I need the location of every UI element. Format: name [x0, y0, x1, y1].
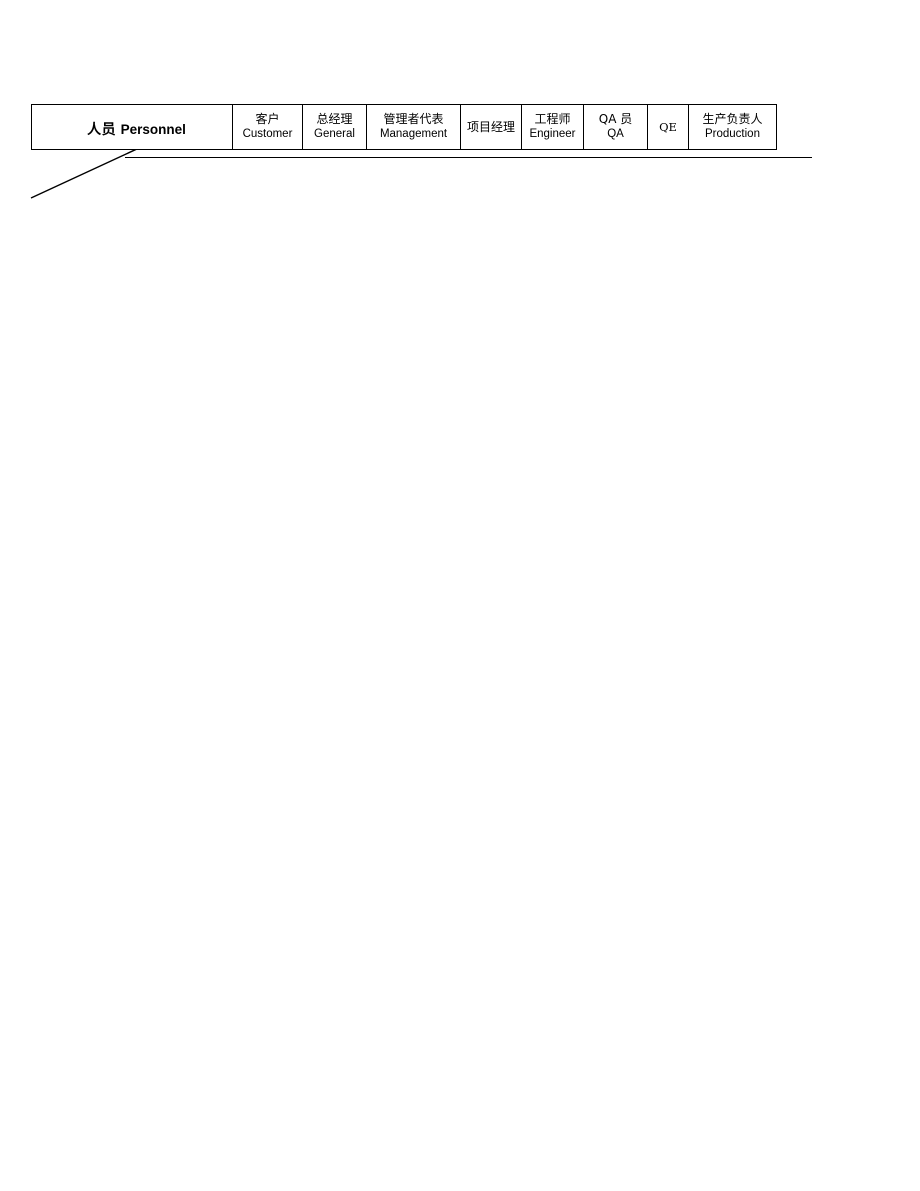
- column-header-qe-cn: QE: [659, 119, 677, 134]
- column-header-production-en: Production: [705, 128, 760, 141]
- column-header-qe: QE: [647, 104, 689, 150]
- column-header-engineer: 工程师 Engineer: [521, 104, 584, 150]
- horizontal-rule: [125, 157, 812, 158]
- column-header-qa: QA 员 QA: [583, 104, 648, 150]
- table-header-row: 人员 Personnel 客户 Customer 总经理 General 管理者…: [31, 104, 777, 150]
- corner-stub-label-cn: 人员: [87, 121, 117, 138]
- document-page: 人员 Personnel 客户 Customer 总经理 General 管理者…: [0, 0, 920, 1191]
- column-header-qa-en: QA: [607, 128, 624, 141]
- column-header-project-manager-cn: 项目经理: [466, 119, 515, 134]
- personnel-responsibility-matrix: 人员 Personnel 客户 Customer 总经理 General 管理者…: [31, 104, 777, 150]
- column-header-general-en: General: [314, 128, 355, 141]
- column-header-management-en: Management: [379, 128, 448, 141]
- column-header-project-manager: 项目经理: [460, 104, 522, 150]
- corner-stub-cell: 人员 Personnel: [31, 104, 233, 150]
- column-header-engineer-cn: 工程师: [534, 112, 571, 127]
- corner-stub-label: 人员 Personnel: [32, 116, 232, 139]
- column-header-customer: 客户 Customer: [232, 104, 303, 150]
- column-header-engineer-en: Engineer: [529, 128, 576, 141]
- column-header-management-cn: 管理者代表: [383, 112, 444, 127]
- column-header-customer-cn: 客户: [255, 112, 280, 127]
- column-header-management: 管理者代表 Management: [366, 104, 461, 150]
- column-header-production-cn: 生产负责人: [702, 112, 763, 127]
- column-header-general-cn: 总经理: [316, 112, 353, 127]
- column-header-qa-cn: QA 员: [598, 112, 633, 127]
- corner-stub-label-en: Personnel: [120, 121, 186, 137]
- column-header-general: 总经理 General: [302, 104, 367, 150]
- column-header-production: 生产负责人 Production: [688, 104, 777, 150]
- column-header-customer-en: Customer: [242, 128, 293, 141]
